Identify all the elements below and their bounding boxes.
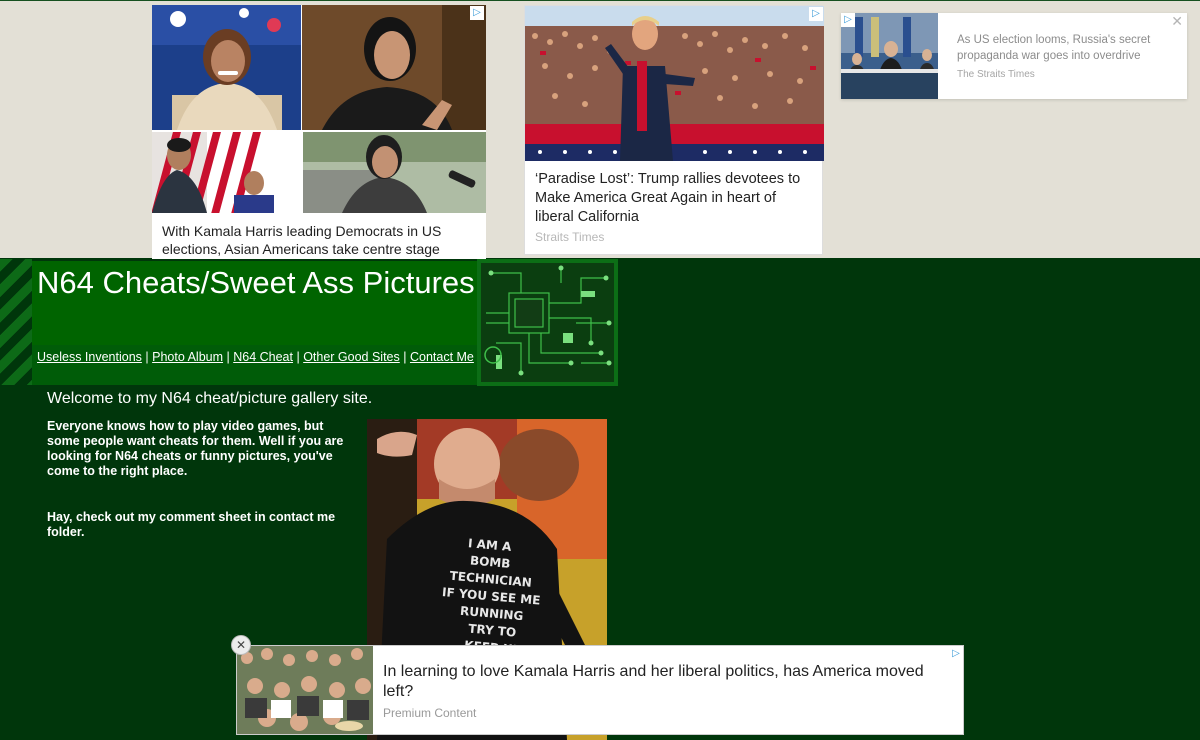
- ad-source: Premium Content: [383, 706, 477, 720]
- adchoices-icon[interactable]: ▷: [470, 6, 484, 20]
- ad-card-asian-americans[interactable]: ▷ With Kamala Harris leading Democrats i…: [152, 5, 486, 259]
- ad-photo-crowd: [237, 646, 373, 734]
- nav-separator: |: [223, 350, 234, 364]
- circuit-board-image: [477, 259, 618, 386]
- nav-link-useless-inventions[interactable]: Useless Inventions: [37, 350, 142, 364]
- bottom-sticky-ad[interactable]: ▷ In learning to love Kamala Harris and …: [236, 645, 964, 735]
- decorative-stripes: [0, 259, 32, 385]
- ad-card-russia-propaganda[interactable]: ▷ ✕ As US election looms, Russia's secre…: [841, 13, 1187, 99]
- intro-paragraph: Everyone knows how to play video games, …: [47, 419, 344, 478]
- ad-source: The Straits Times: [957, 69, 1035, 80]
- nav-separator: |: [399, 350, 410, 364]
- adchoices-icon[interactable]: ▷: [841, 13, 855, 27]
- comment-sheet-note: Hay, check out my comment sheet in conta…: [47, 510, 336, 539]
- nav-link-n64-cheat[interactable]: N64 Cheat: [233, 350, 293, 364]
- ad-caption[interactable]: With Kamala Harris leading Democrats in …: [162, 222, 480, 258]
- ad-card-trump-rally[interactable]: ▷ ‘Paradise Lost’: Trump rallies devotee…: [524, 5, 824, 255]
- welcome-heading: Welcome to my N64 cheat/picture gallery …: [47, 390, 373, 407]
- close-ad-button[interactable]: ✕: [231, 635, 251, 655]
- ad-photo-panel: [841, 13, 938, 99]
- top-ad-strip: ▷ With Kamala Harris leading Democrats i…: [0, 0, 1200, 259]
- ad-photo-collage: [152, 5, 486, 213]
- nav-link-other-good-sites[interactable]: Other Good Sites: [303, 350, 400, 364]
- ad-caption[interactable]: ‘Paradise Lost’: Trump rallies devotees …: [535, 170, 817, 227]
- close-icon[interactable]: ✕: [1171, 13, 1183, 30]
- ad-source: Straits Times: [535, 230, 605, 244]
- site-title: N64 Cheats/Sweet Ass Pictures: [37, 265, 475, 300]
- ad-caption[interactable]: In learning to love Kamala Harris and he…: [383, 662, 943, 702]
- adchoices-icon[interactable]: ▷: [809, 7, 823, 21]
- ad-caption[interactable]: As US election looms, Russia's secret pr…: [957, 32, 1177, 64]
- ad-photo-rally: [525, 6, 824, 161]
- nav-link-photo-album[interactable]: Photo Album: [152, 350, 223, 364]
- adchoices-icon[interactable]: ▷: [949, 647, 963, 661]
- nav-link-contact-me[interactable]: Contact Me: [410, 350, 474, 364]
- main-nav: Useless Inventions | Photo Album | N64 C…: [37, 350, 477, 365]
- nav-separator: |: [292, 350, 304, 364]
- nav-separator: |: [141, 350, 153, 364]
